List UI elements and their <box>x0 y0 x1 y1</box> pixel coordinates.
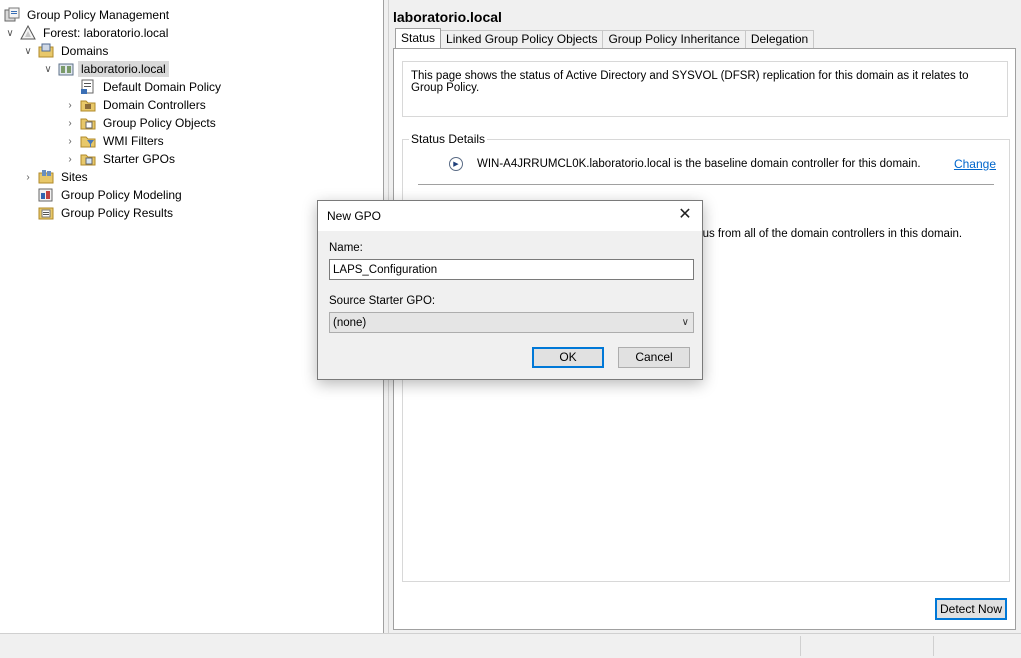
tree-item-gpm-root[interactable]: Group Policy Management <box>4 6 172 24</box>
tree-item-modeling[interactable]: Group Policy Modeling <box>38 186 185 204</box>
tree-label-gpo-child: WMI Filters <box>103 134 164 148</box>
tree-item-group-policy-objects[interactable]: › Group Policy Objects <box>64 114 219 132</box>
status-details-label: Status Details <box>409 132 488 146</box>
cancel-button[interactable]: Cancel <box>618 347 690 368</box>
modeling-icon <box>38 187 54 203</box>
gpo-script-icon <box>80 79 96 95</box>
source-starter-value: (none) <box>333 317 367 329</box>
tree-item-results[interactable]: Group Policy Results <box>38 204 176 222</box>
chevron-right-icon[interactable]: › <box>64 153 76 165</box>
folder-icon <box>80 133 96 149</box>
folder-icon <box>80 115 96 131</box>
tab-delegation[interactable]: Delegation <box>744 30 815 48</box>
chevron-down-icon[interactable]: ∨ <box>22 45 34 57</box>
tree-item-default-domain-policy[interactable]: Default Domain Policy <box>64 78 224 96</box>
tree-item-domain-controllers[interactable]: › Domain Controllers <box>64 96 209 114</box>
tree-label-gpo-child: Starter GPOs <box>103 152 176 166</box>
chevron-right-icon[interactable]: › <box>64 117 76 129</box>
results-icon <box>38 205 54 221</box>
tree-label-root: Group Policy Management <box>27 8 170 22</box>
source-starter-select[interactable]: (none) ∨ <box>329 312 694 333</box>
tree-label-forest: Forest: laboratorio.local <box>43 26 169 40</box>
status-bar-divider <box>800 636 801 656</box>
dialog-titlebar[interactable]: New GPO ✕ <box>318 201 702 231</box>
status-partial-text: atus from all of the domain controllers … <box>693 228 963 240</box>
tree-item-domain[interactable]: ∨ laboratorio.local <box>42 60 169 78</box>
gpmc-console-icon <box>4 7 20 23</box>
divider <box>418 184 994 185</box>
tab-status[interactable]: Status <box>395 28 442 48</box>
chevron-down-icon: ∨ <box>681 317 689 328</box>
new-gpo-dialog: New GPO ✕ Name: LAPS_Configuration Sourc… <box>317 200 703 380</box>
tree-item-starter-gpos[interactable]: › Starter GPOs <box>64 150 178 168</box>
domain-server-icon <box>58 61 74 77</box>
info-text: This page shows the status of Active Dir… <box>411 70 969 94</box>
change-link[interactable]: Change <box>954 157 996 171</box>
name-label: Name: <box>329 242 363 254</box>
tree-label-domain: laboratorio.local <box>78 61 169 77</box>
tree-label-gpo-child: Domain Controllers <box>103 98 206 112</box>
folder-icon <box>80 97 96 113</box>
tree-item-forest[interactable]: ∨ Forest: laboratorio.local <box>4 24 171 42</box>
detect-now-button[interactable]: Detect Now <box>935 598 1007 620</box>
folder-icon <box>80 151 96 167</box>
domains-folder-icon <box>38 43 54 59</box>
tree-label-gpo-child: Group Policy Objects <box>103 116 216 130</box>
info-box: This page shows the status of Active Dir… <box>402 61 1008 117</box>
sites-icon <box>38 169 54 185</box>
ok-button[interactable]: OK <box>532 347 604 368</box>
tab-strip: Status Linked Group Policy Objects Group… <box>395 28 815 48</box>
expand-arrow-icon[interactable]: ▶ <box>449 157 463 171</box>
tree-label-results: Group Policy Results <box>61 206 174 220</box>
page-title: laboratorio.local <box>393 9 502 25</box>
close-icon[interactable]: ✕ <box>677 207 693 223</box>
baseline-text: WIN-A4JRRUMCL0K.laboratorio.local is the… <box>477 158 921 170</box>
status-bar-divider <box>933 636 934 656</box>
source-starter-label: Source Starter GPO: <box>329 295 436 307</box>
status-bar <box>0 633 1021 658</box>
tree-item-sites[interactable]: › Sites <box>22 168 91 186</box>
tree-label-modeling: Group Policy Modeling <box>61 188 182 202</box>
chevron-down-icon[interactable]: ∨ <box>42 63 54 75</box>
chevron-right-icon[interactable]: › <box>22 171 34 183</box>
tree-label-sites: Sites <box>61 170 88 184</box>
tree-label-gpo-child: Default Domain Policy <box>103 80 222 94</box>
tab-linked-gpos[interactable]: Linked Group Policy Objects <box>440 30 604 48</box>
tab-gp-inheritance[interactable]: Group Policy Inheritance <box>602 30 746 48</box>
chevron-right-icon[interactable]: › <box>64 135 76 147</box>
forest-triangle-icon <box>20 24 36 41</box>
baseline-row: ▶ WIN-A4JRRUMCL0K.laboratorio.local is t… <box>449 157 921 171</box>
dialog-title: New GPO <box>327 209 382 223</box>
gpo-name-input[interactable]: LAPS_Configuration <box>329 259 694 280</box>
chevron-right-icon[interactable]: › <box>64 99 76 111</box>
tree-label-domains: Domains <box>61 44 109 58</box>
chevron-down-icon[interactable]: ∨ <box>4 27 16 39</box>
tree-item-domains[interactable]: ∨ Domains <box>22 42 111 60</box>
tree-item-wmi-filters[interactable]: › WMI Filters <box>64 132 167 150</box>
